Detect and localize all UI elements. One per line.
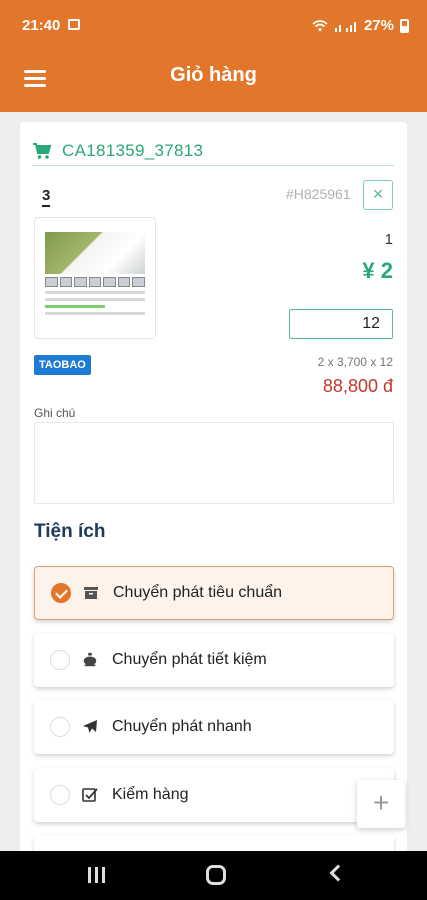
option-label: Kiểm hàng <box>112 786 189 803</box>
note-label: Ghi chú <box>34 406 76 420</box>
cart-header: CA181359_37813 <box>32 136 394 166</box>
back-icon[interactable] <box>329 864 347 882</box>
image-notification-icon <box>68 19 80 30</box>
option-label: Chuyển phát tiêu chuẩn <box>113 584 283 601</box>
item-total: 88,800 đ <box>322 376 393 396</box>
option-standard-delivery[interactable]: Chuyển phát tiêu chuẩn <box>34 566 394 620</box>
remove-item-button[interactable]: × <box>363 180 393 210</box>
item-index: 3 <box>42 187 51 207</box>
order-id: #H825961 <box>286 186 351 202</box>
status-indicators: 27% <box>312 17 409 34</box>
product-image[interactable] <box>34 217 156 339</box>
price-calculation: 2 x 3,700 x 12 <box>317 355 393 369</box>
option-inspection[interactable]: Kiểm hàng <box>34 768 394 822</box>
radio-unchecked-icon[interactable] <box>50 650 70 670</box>
option-label: Chuyển phát tiết kiệm <box>112 651 267 668</box>
status-bar: 21:40 27% <box>0 0 427 52</box>
signal-icon <box>334 21 356 32</box>
system-nav-bar <box>0 851 427 900</box>
status-time: 21:40 <box>22 17 61 34</box>
radio-unchecked-icon[interactable] <box>50 717 70 737</box>
unit-price: ¥ 2 <box>362 258 393 283</box>
shopping-cart-icon <box>33 142 52 159</box>
cart-code: CA181359_37813 <box>62 140 204 160</box>
radio-checked-icon[interactable] <box>51 583 71 603</box>
item-count: 1 <box>384 231 393 248</box>
battery-icon <box>400 18 409 33</box>
option-economy-delivery[interactable]: Chuyển phát tiết kiệm <box>34 633 394 687</box>
piggy-bank-icon <box>82 652 98 668</box>
page-title: Giỏ hàng <box>170 64 257 86</box>
radio-unchecked-icon[interactable] <box>50 785 70 805</box>
option-label: Chuyển phát nhanh <box>112 718 252 735</box>
add-floating-button[interactable]: + <box>357 780 405 828</box>
check-square-icon <box>82 787 98 803</box>
wifi-icon <box>312 19 328 31</box>
recent-apps-icon[interactable] <box>88 867 105 883</box>
battery-percent: 27% <box>363 17 394 34</box>
box-icon <box>83 585 99 601</box>
services-title: Tiện ích <box>34 521 106 542</box>
source-badge: TAOBAO <box>34 355 91 375</box>
option-express-delivery[interactable]: Chuyển phát nhanh <box>34 700 394 754</box>
home-icon[interactable] <box>206 865 226 885</box>
note-textarea[interactable] <box>34 422 394 504</box>
airplane-icon <box>82 719 98 735</box>
app-bar: Giỏ hàng <box>0 52 427 112</box>
quantity-input[interactable]: 12 <box>289 309 393 339</box>
cart-card: CA181359_37813 3 #H825961 × 1 ¥ 2 12 TAO… <box>20 122 407 889</box>
